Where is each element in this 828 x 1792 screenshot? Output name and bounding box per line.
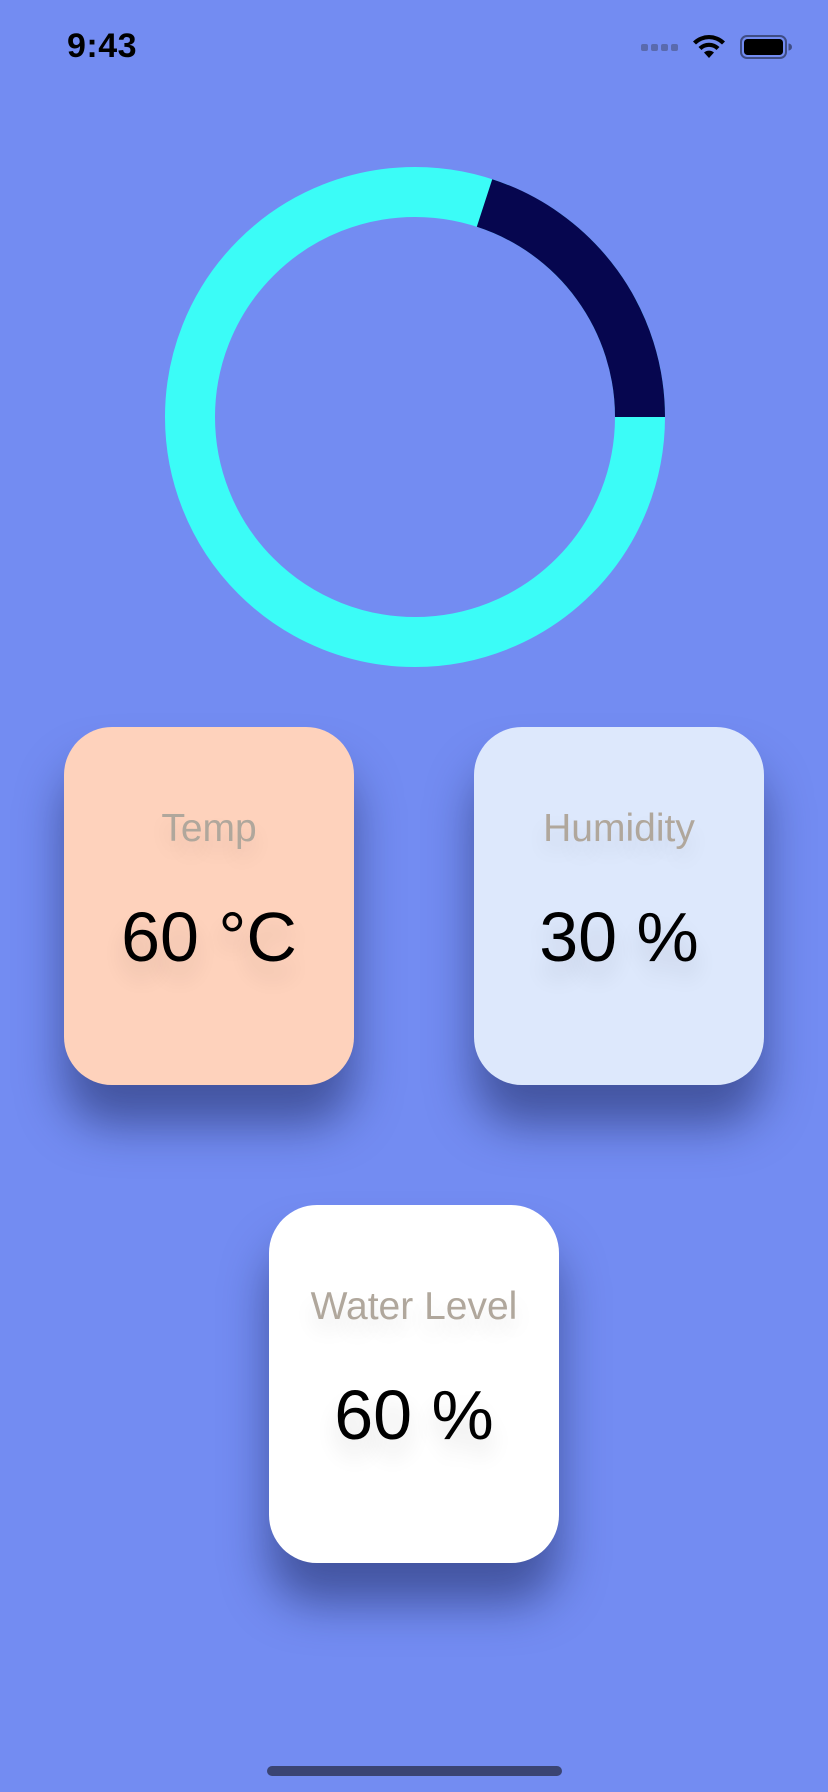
app-screen: 9:43 Temp 60 °C Humidity 30 % Water Leve — [0, 0, 828, 1792]
status-icons — [641, 34, 792, 60]
wifi-icon — [693, 35, 725, 58]
water-level-value: 60 % — [334, 1376, 494, 1454]
battery-icon — [740, 35, 792, 59]
temp-value: 60 °C — [121, 898, 297, 976]
temp-label: Temp — [161, 807, 257, 850]
status-time: 9:43 — [67, 27, 138, 65]
home-indicator[interactable] — [267, 1766, 562, 1776]
water-level-label: Water Level — [310, 1285, 518, 1328]
water-level-card[interactable]: Water Level 60 % — [269, 1205, 559, 1563]
cellular-signal-icon — [641, 43, 678, 51]
progress-ring — [165, 167, 665, 667]
humidity-card[interactable]: Humidity 30 % — [474, 727, 764, 1085]
temp-card[interactable]: Temp 60 °C — [64, 727, 354, 1085]
progress-ring-fill — [476, 179, 665, 418]
humidity-value: 30 % — [539, 898, 699, 976]
humidity-label: Humidity — [543, 807, 695, 850]
